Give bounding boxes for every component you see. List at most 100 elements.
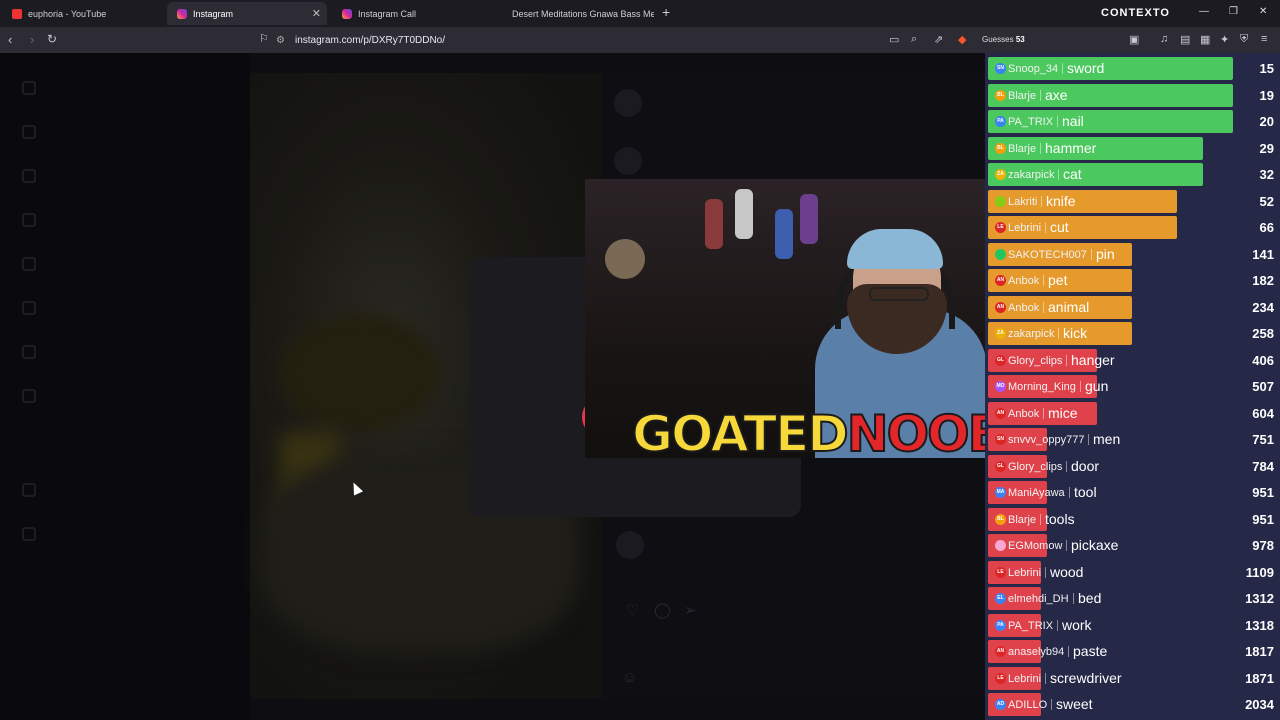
guess-username: Anbok	[1008, 301, 1040, 314]
guess-username: zakarpick	[1008, 328, 1055, 340]
leaderboard-row: ZA zakarpick cat 32	[988, 163, 1278, 186]
guess-rank: 2034	[1245, 697, 1274, 712]
guess-word: paste	[1073, 643, 1108, 659]
create-icon[interactable]	[22, 345, 36, 359]
menu-icon[interactable]: ≡	[1261, 33, 1267, 45]
media-icon[interactable]: ♫	[1160, 33, 1168, 45]
leaderboard-row: SAKOTECH007 pin 141	[988, 242, 1278, 266]
guess-word: hanger	[1071, 351, 1115, 368]
separator	[1073, 593, 1074, 604]
restore-icon[interactable]: ❐	[1229, 6, 1238, 17]
guess-rank: 19	[1259, 87, 1274, 103]
separator	[1043, 301, 1044, 313]
separator	[1040, 142, 1041, 154]
tab-title: Instagram	[193, 8, 234, 19]
user-badge-icon: BL	[995, 513, 1006, 525]
new-tab-button[interactable]: +	[662, 4, 670, 20]
separator	[1058, 328, 1059, 339]
leaderboard-row: AD ADILLO sweet 2034	[988, 693, 1278, 716]
address-bar[interactable]: ⚙ instagram.com/p/DXRy7T0DDNo/	[276, 30, 856, 50]
logo-part-goated: GOATED	[631, 404, 850, 464]
contexto-leaderboard: SN Snoop_34 sword 15 BL Blarje axe 19 PA PA_TRIX n…	[985, 53, 1280, 720]
share-icon[interactable]: ⇗	[934, 33, 943, 46]
wallet-icon[interactable]: ▦	[1200, 33, 1210, 46]
leaderboard-row: GL Glory_clips hanger 406	[988, 348, 1278, 372]
tab-instagram[interactable]: Instagram ✕	[167, 2, 327, 25]
guess-username: Snoop_34	[1008, 63, 1059, 75]
guess-word: nail	[1062, 113, 1084, 129]
guess-rank: 1817	[1245, 644, 1274, 659]
guess-rank: 52	[1259, 193, 1274, 209]
guess-username: Blarje	[1008, 89, 1037, 102]
user-badge-icon: PA	[995, 116, 1006, 127]
send-icon[interactable]: ➢	[684, 601, 697, 619]
guess-word: bed	[1078, 590, 1102, 606]
reload-icon[interactable]: ↻	[47, 32, 57, 46]
explore-icon[interactable]	[22, 169, 36, 183]
leo-ai-icon[interactable]: ✦	[1220, 33, 1229, 46]
guess-username: SAKOTECH007	[1008, 248, 1087, 261]
messages-icon[interactable]	[22, 257, 36, 271]
tab-youtube-euphoria[interactable]: euphoria - YouTube	[2, 2, 166, 25]
user-badge-icon: AD	[995, 699, 1006, 710]
user-badge-icon: SN	[995, 434, 1006, 445]
guess-rank: 66	[1259, 220, 1274, 235]
guess-rank: 784	[1252, 458, 1274, 474]
guess-username: Morning_King	[1008, 381, 1076, 393]
leaderboard-row: Lakriti knife 52	[988, 189, 1278, 213]
guess-username: Anbok	[1008, 275, 1040, 287]
leaderboard-row: EGMomow pickaxe 978	[988, 534, 1278, 557]
guess-rank: 29	[1259, 140, 1274, 156]
bookmark-icon[interactable]: ⚐	[259, 32, 269, 45]
emoji-icon[interactable]: ☺	[622, 669, 637, 686]
guess-rank: 507	[1252, 379, 1274, 394]
cast-icon[interactable]: ▭	[889, 33, 899, 46]
reels-icon[interactable]	[22, 213, 36, 227]
guess-rank: 182	[1252, 273, 1274, 288]
user-badge-icon: LE	[995, 672, 1006, 684]
vpn-icon[interactable]: ⛨	[1240, 33, 1248, 46]
guess-rank: 751	[1252, 432, 1274, 447]
tab-desert-meditations[interactable]: Desert Meditations Gnawa Bass Meets	[496, 2, 654, 25]
separator	[1080, 381, 1081, 392]
address-text: instagram.com/p/DXRy7T0DDNo/	[294, 34, 446, 46]
zoom-icon[interactable]: ⌕	[911, 33, 917, 46]
guess-word: gun	[1085, 378, 1109, 394]
sidebar-toggle-icon[interactable]: ▣	[1129, 33, 1139, 46]
close-window-icon[interactable]: ✕	[1259, 6, 1267, 17]
leaderboard-row: AN Anbok animal 234	[988, 295, 1278, 319]
leaderboard-row: PA PA_TRIX nail 20	[988, 110, 1278, 133]
home-icon[interactable]	[22, 81, 36, 95]
threads-icon[interactable]	[22, 483, 36, 497]
reader-icon[interactable]: ▤	[1180, 33, 1190, 46]
leaderboard-row: ZA zakarpick kick 258	[988, 322, 1278, 345]
guess-username: Glory_clips	[1008, 460, 1063, 473]
user-badge-icon: GL	[995, 354, 1006, 366]
like-icon[interactable]: ♡	[626, 601, 639, 619]
guess-username: Lebrini	[1008, 672, 1042, 685]
profile-icon[interactable]	[22, 389, 36, 403]
close-tab-icon[interactable]: ✕	[312, 7, 321, 20]
instagram-nav-rail	[0, 53, 250, 720]
minimize-icon[interactable]: —	[1199, 6, 1209, 17]
separator	[1066, 460, 1067, 472]
forward-icon[interactable]: ›	[30, 32, 34, 47]
back-icon[interactable]: ‹	[8, 32, 12, 47]
leaderboard-row: BL Blarje tools 951	[988, 507, 1278, 531]
separator	[1062, 63, 1063, 74]
comment-icon[interactable]: ◯	[654, 601, 671, 619]
guesses-label: Guesses	[982, 35, 1014, 44]
more-icon[interactable]	[22, 527, 36, 541]
guess-rank: 234	[1252, 299, 1274, 315]
user-badge-icon	[995, 248, 1006, 260]
brave-shield-icon[interactable]: ◆	[958, 33, 966, 46]
user-badge-icon: AN	[995, 275, 1006, 286]
guess-rank: 32	[1259, 167, 1274, 182]
guess-rank: 951	[1252, 485, 1274, 500]
search-icon[interactable]	[22, 125, 36, 139]
site-info-icon[interactable]: ⚙	[276, 35, 285, 46]
guess-rank: 141	[1252, 246, 1274, 262]
notifications-icon[interactable]	[22, 301, 36, 315]
tab-instagram-call[interactable]: Instagram Call	[332, 2, 492, 25]
guess-word: axe	[1045, 86, 1068, 103]
